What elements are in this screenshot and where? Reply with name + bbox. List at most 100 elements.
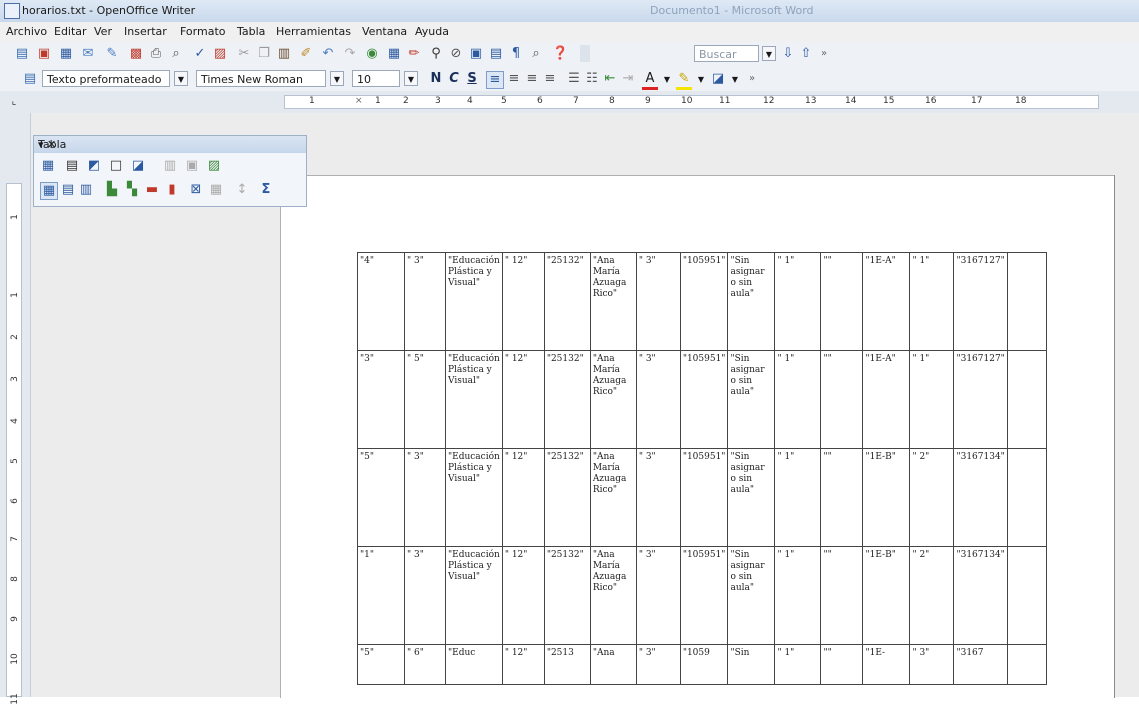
table-cell[interactable]: "1E-B" <box>862 546 911 645</box>
table-cell[interactable]: "Educación Plástica y Visual" <box>445 252 503 351</box>
table-cell[interactable]: "" <box>820 644 864 685</box>
table-cell[interactable]: "105951" <box>679 252 729 351</box>
cut-icon[interactable]: ✂ <box>236 46 252 62</box>
schedule-table[interactable]: "4" " 3" "Educación Plástica y Visual" " 12… <box>357 252 1047 685</box>
table-cell[interactable]: "5" <box>357 448 405 547</box>
merge-cells-icon[interactable]: ▦ <box>40 182 58 200</box>
table-cell[interactable]: "25132" <box>543 546 591 645</box>
table-cell[interactable] <box>1006 644 1047 685</box>
nonprinting-chars-icon[interactable]: ¶ <box>508 46 524 62</box>
table-cell[interactable]: "Sin asignar o sin aula" <box>727 546 776 645</box>
paragraph-style-dropdown-arrow[interactable]: ▼ <box>174 71 188 86</box>
table-cell[interactable]: " 3" <box>635 448 681 547</box>
italic-button[interactable]: C <box>446 71 462 87</box>
table-cell[interactable]: " 3" <box>909 644 955 685</box>
print-preview-icon[interactable]: ⌕ <box>168 46 184 62</box>
table-cell[interactable]: " 2" <box>909 448 955 547</box>
table-cell[interactable]: "Educación Plástica y Visual" <box>445 448 503 547</box>
table-cell[interactable]: " 12" <box>501 252 545 351</box>
print-icon[interactable]: ⎙ <box>148 46 164 62</box>
background-color-dropdown-arrow[interactable]: ▼ <box>728 72 742 87</box>
table-cell[interactable]: "1059 <box>679 644 729 685</box>
menu-ventana[interactable]: Ventana <box>362 25 407 38</box>
menu-herramientas[interactable]: Herramientas <box>276 25 351 38</box>
find-previous-icon[interactable]: ⇧ <box>798 46 814 62</box>
table-cell[interactable]: "Ana María Azuaga Rico" <box>589 448 637 547</box>
table-properties-icon[interactable]: ▥ <box>162 158 178 174</box>
table-cell[interactable]: "Ana María Azuaga Rico" <box>589 252 637 351</box>
menu-archivo[interactable]: Archivo <box>6 25 47 38</box>
menu-formato[interactable]: Formato <box>180 25 226 38</box>
table-cell[interactable] <box>1006 252 1047 351</box>
export-pdf-icon[interactable]: ▩ <box>128 46 144 62</box>
table-cell[interactable]: " 3" <box>404 252 446 351</box>
font-size-dropdown-arrow[interactable]: ▼ <box>404 71 418 86</box>
table-autofit-icon[interactable]: ▨ <box>206 158 222 174</box>
background-color-icon[interactable]: ◪ <box>710 71 726 87</box>
undo-icon[interactable]: ↶ <box>320 46 336 62</box>
table-cell[interactable]: " 12" <box>501 546 545 645</box>
data-sources-icon[interactable]: ▤ <box>488 46 504 62</box>
table-cell[interactable]: " 3" <box>635 546 681 645</box>
autospellcheck-icon[interactable]: ▨ <box>212 46 228 62</box>
numbering-icon[interactable]: ☰ <box>566 71 582 87</box>
table-cell[interactable]: "25132" <box>543 448 591 547</box>
menu-ver[interactable]: Ver <box>94 25 112 38</box>
search-dropdown-arrow[interactable]: ▼ <box>762 46 776 61</box>
menu-editar[interactable]: Editar <box>54 25 87 38</box>
find-replace-icon[interactable]: ⚲ <box>428 46 444 62</box>
table-cell[interactable]: " 3" <box>635 252 681 351</box>
draw-functions-icon[interactable]: ✏ <box>406 46 422 62</box>
number-format-icon[interactable]: ↕ <box>234 182 250 198</box>
table-cell[interactable]: "Educ <box>445 644 503 685</box>
table-cell[interactable]: " 1" <box>774 350 822 449</box>
border-color-icon[interactable]: ◪ <box>130 158 146 174</box>
vertical-ruler[interactable]: 1 1 2 3 4 5 6 7 8 9 10 11 <box>0 113 31 705</box>
table-cell[interactable]: "1E-B" <box>862 448 911 547</box>
gallery-icon[interactable]: ▣ <box>468 46 484 62</box>
edit-file-icon[interactable]: ✎ <box>104 46 120 62</box>
table-cell[interactable]: "3167127" <box>953 252 1008 351</box>
table-cell[interactable]: "" <box>820 448 864 547</box>
zoom-icon[interactable]: ⌕ <box>528 46 544 62</box>
paste-icon[interactable]: ▥ <box>276 46 292 62</box>
table-cell[interactable]: " 3" <box>404 546 446 645</box>
table-insert-icon[interactable]: ▦ <box>386 46 402 62</box>
table-cell[interactable]: "105951" <box>679 546 729 645</box>
table-cell[interactable]: "" <box>820 252 864 351</box>
table-cell[interactable]: " 3" <box>635 644 681 685</box>
table-cell[interactable]: "" <box>820 350 864 449</box>
copy-icon[interactable]: ❐ <box>256 46 272 62</box>
table-cell[interactable]: "1E-A" <box>862 350 911 449</box>
bold-button[interactable]: N <box>428 71 444 87</box>
table-cell[interactable]: " 1" <box>774 644 822 685</box>
table-cell[interactable]: "1E- <box>862 644 911 685</box>
paragraph-style-select[interactable]: Texto preformateado <box>42 70 170 87</box>
table-cell[interactable]: " 12" <box>501 350 545 449</box>
table-cell[interactable]: "Sin asignar o sin aula" <box>727 350 776 449</box>
autoformat-icon[interactable]: ▣ <box>184 158 200 174</box>
toolbar-overflow-icon[interactable]: » <box>816 46 832 62</box>
redo-icon[interactable]: ↷ <box>342 46 358 62</box>
table-cell[interactable]: "3167134" <box>953 448 1008 547</box>
formatting-overflow-icon[interactable]: » <box>744 71 760 87</box>
table-cell[interactable]: " 5" <box>404 350 446 449</box>
table-toolbar-palette[interactable]: Tabla ▾ ✕ ▦ ▤ ◩ □ ◪ ▥ ▣ ▨ ▦ ▤ ▥ ▙ ▚ ▬ ▮ … <box>33 135 307 207</box>
table-cell[interactable]: "3167127" <box>953 350 1008 449</box>
highlight-icon[interactable]: ✎ <box>676 71 692 90</box>
font-size-select[interactable]: 10 <box>352 70 400 87</box>
table-cell[interactable]: "Sin asignar o sin aula" <box>727 448 776 547</box>
table-cell[interactable]: "3167 <box>953 644 1008 685</box>
menu-tabla[interactable]: Tabla <box>237 25 265 38</box>
table-cell[interactable] <box>1006 448 1047 547</box>
table-borders-icon[interactable]: ▤ <box>64 158 80 174</box>
delete-column-icon[interactable]: ▮ <box>164 182 180 198</box>
align-left-icon[interactable]: ≡ <box>486 71 504 89</box>
font-color-icon[interactable]: A <box>642 71 658 90</box>
table-cell[interactable]: " 3" <box>404 448 446 547</box>
palette-title-bar[interactable]: Tabla ▾ ✕ <box>34 136 306 153</box>
table-cell[interactable]: " 1" <box>774 252 822 351</box>
table-insert-icon[interactable]: ▦ <box>40 158 56 174</box>
split-cells-icon[interactable]: ▤ <box>60 182 76 198</box>
align-right-icon[interactable]: ≡ <box>524 71 540 87</box>
